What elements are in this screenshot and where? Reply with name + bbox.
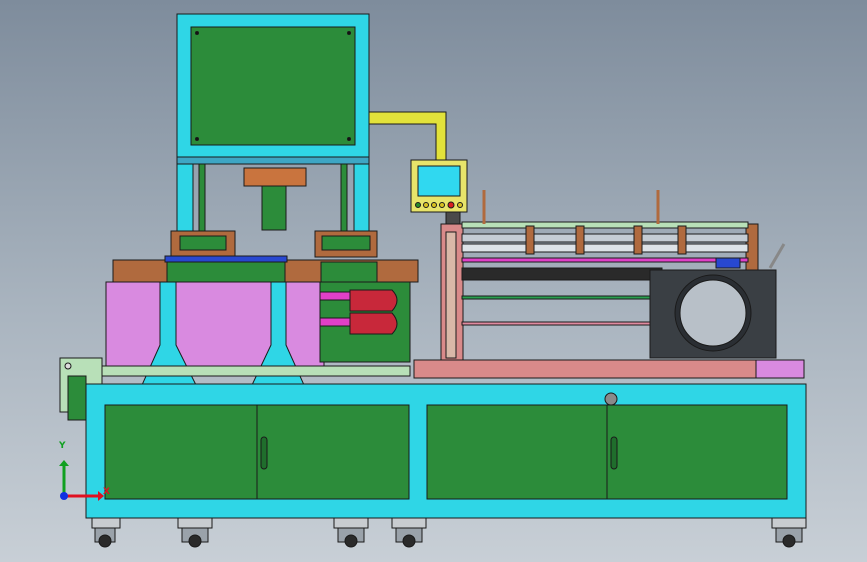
roller-clip: [633, 225, 643, 255]
press-plate: [166, 261, 286, 283]
axis-z-origin: [60, 492, 68, 500]
press-block-right-green: [320, 261, 378, 283]
caster-wheel: [91, 517, 121, 548]
press-bracket-right-inner: [321, 235, 371, 251]
side-tube: [67, 375, 87, 421]
panel-button: [423, 202, 429, 208]
lower-plate: [97, 365, 411, 377]
control-panel-screen: [417, 165, 461, 197]
caster-wheel: [333, 517, 369, 548]
panel-button: [457, 202, 463, 208]
guide-rod-right: [340, 163, 348, 233]
red-clamp-lower: [349, 312, 398, 335]
cabinet-door: [104, 404, 258, 500]
pink-guide-rod: [461, 321, 653, 326]
caster-wheel: [391, 517, 427, 548]
axis-y-label: Y: [59, 441, 66, 451]
roller-frame-left-inner: [445, 231, 457, 359]
green-guide-rod: [461, 295, 653, 300]
control-arm: [368, 111, 468, 225]
cabinet-door: [606, 404, 788, 500]
roller-shaft-dark: [461, 267, 663, 281]
salmon-bed-end: [755, 359, 805, 379]
blue-connector: [715, 257, 741, 269]
emergency-stop-button: [447, 201, 455, 209]
panel-button: [439, 202, 445, 208]
magenta-guide: [461, 257, 749, 263]
door-handle: [610, 436, 618, 470]
panel-bolt: [347, 31, 351, 35]
roller-top-bar: [461, 221, 749, 229]
roller-clip: [677, 225, 687, 255]
machine-assembly: [59, 13, 807, 548]
yellow-duct: [368, 111, 447, 161]
caster-wheel: [771, 517, 807, 548]
roller-shaft-upper: [461, 233, 749, 243]
caster-wheels: [91, 517, 807, 548]
press-bracket-left-inner: [179, 235, 227, 251]
roller-clip: [575, 225, 585, 255]
adjustment-screw: [768, 243, 786, 269]
unwind-roller-unit: [413, 190, 805, 379]
cabinet: [85, 383, 807, 519]
guide-rod-left: [198, 163, 206, 233]
panel-bolt: [195, 137, 199, 141]
axis-x-label: X: [103, 487, 110, 497]
red-clamp-upper: [349, 289, 398, 312]
panel-bolt: [347, 137, 351, 141]
cabinet-door: [256, 404, 410, 500]
panel-mount: [445, 211, 461, 225]
cylinder-rod: [261, 185, 287, 231]
roller-clip: [525, 225, 535, 255]
cad-viewport: X Y: [0, 0, 867, 562]
panel-bolt: [195, 31, 199, 35]
door-handle: [260, 436, 268, 470]
panel-button: [415, 202, 421, 208]
side-bracket-bolt: [64, 362, 72, 370]
axis-y-arrowhead: [59, 460, 69, 466]
roller-shaft-upper-2: [461, 243, 749, 253]
press-block-pink: [105, 281, 325, 368]
upper-frame: [176, 13, 370, 257]
upper-frame-panel: [190, 26, 356, 146]
panel-button: [431, 202, 437, 208]
motor-drum-face: [679, 279, 747, 347]
cabinet-door: [426, 404, 608, 500]
lock-knob: [604, 392, 618, 406]
blue-strip: [164, 255, 288, 263]
caster-wheel: [177, 517, 213, 548]
cylinder-block: [243, 167, 307, 187]
salmon-bed: [413, 359, 757, 379]
upper-frame-crossbar: [176, 156, 370, 165]
